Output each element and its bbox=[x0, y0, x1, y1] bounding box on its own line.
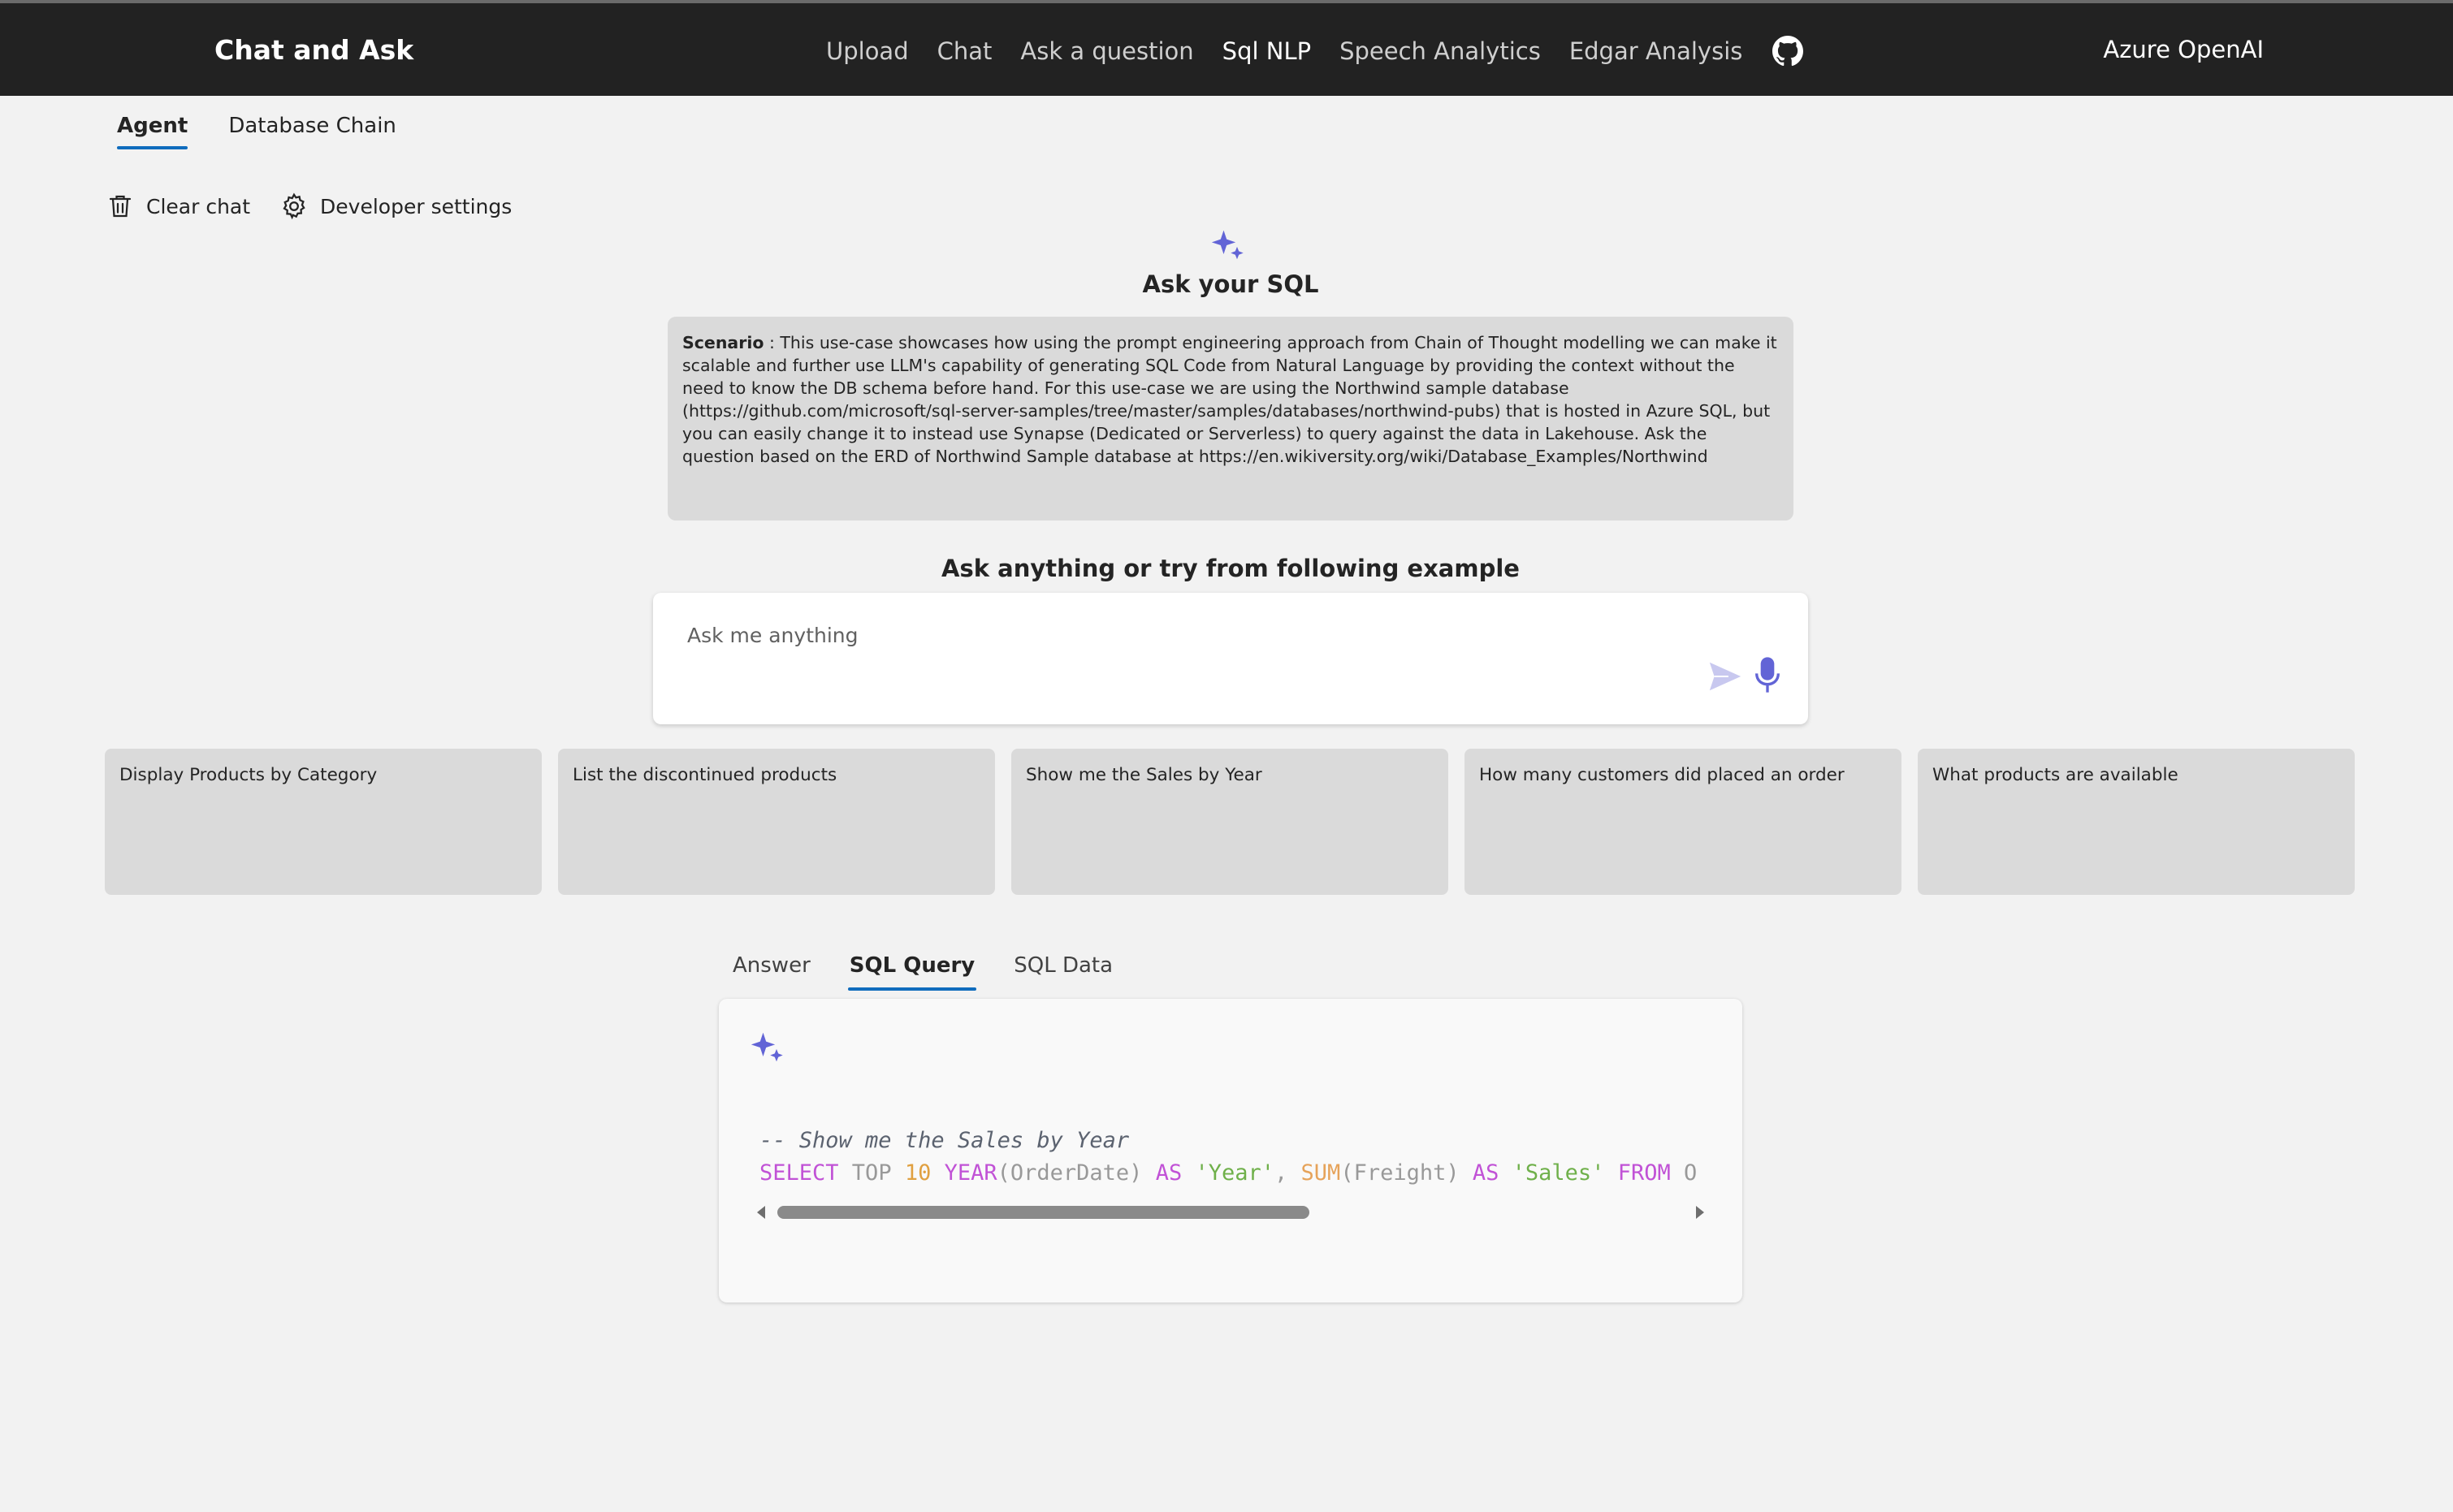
scroll-left-icon[interactable] bbox=[755, 1205, 767, 1220]
example-card[interactable]: What products are available bbox=[1918, 749, 2355, 895]
nav-upload[interactable]: Upload bbox=[826, 37, 909, 65]
developer-settings-label: Developer settings bbox=[320, 194, 513, 218]
main-nav: Upload Chat Ask a question Sql NLP Speec… bbox=[826, 36, 1804, 67]
nav-edgar-analysis[interactable]: Edgar Analysis bbox=[1569, 37, 1743, 65]
code-token: YEAR bbox=[931, 1160, 997, 1186]
scenario-description: Scenario : This use-case showcases how u… bbox=[668, 317, 1793, 521]
gear-icon bbox=[283, 192, 305, 220]
nav-sql-nlp[interactable]: Sql NLP bbox=[1222, 37, 1311, 65]
example-card[interactable]: How many customers did placed an order bbox=[1464, 749, 1901, 895]
mode-tabs: Agent Database Chain bbox=[117, 114, 437, 149]
top-navigation-bar: Chat and Ask Upload Chat Ask a question … bbox=[0, 0, 2453, 96]
tab-sql-query[interactable]: SQL Query bbox=[847, 953, 977, 991]
developer-settings-button[interactable]: Developer settings bbox=[279, 192, 512, 221]
page-title: Ask your SQL bbox=[1142, 270, 1319, 298]
code-token: TOP bbox=[838, 1160, 905, 1186]
sparkle-icon bbox=[1211, 230, 1244, 260]
code-token: , bbox=[1274, 1160, 1301, 1186]
tab-sql-data[interactable]: SQL Data bbox=[1014, 953, 1113, 991]
code-token: AS bbox=[1459, 1160, 1512, 1186]
code-line: SELECT TOP 10 YEAR(OrderDate) AS 'Year',… bbox=[759, 1157, 1698, 1190]
command-bar: Clear chat Developer settings bbox=[106, 191, 541, 222]
sparkle-icon bbox=[751, 1032, 783, 1062]
result-tabs: Answer SQL Query SQL Data bbox=[733, 953, 1152, 991]
clear-chat-button[interactable]: Clear chat bbox=[106, 191, 250, 222]
code-token: SUM bbox=[1300, 1160, 1341, 1186]
scroll-right-icon[interactable] bbox=[1694, 1205, 1706, 1220]
code-token: Orders GROUP BY YEAR(OrderDate) ORDER BY… bbox=[1684, 1160, 1698, 1186]
example-card[interactable]: Display Products by Category bbox=[105, 749, 542, 895]
code-token: FROM bbox=[1604, 1160, 1684, 1186]
example-card[interactable]: Show me the Sales by Year bbox=[1011, 749, 1448, 895]
horizontal-scrollbar[interactable] bbox=[755, 1202, 1706, 1220]
app-brand[interactable]: Chat and Ask bbox=[214, 34, 413, 66]
tab-agent[interactable]: Agent bbox=[117, 114, 188, 149]
github-icon[interactable] bbox=[1772, 36, 1804, 67]
code-token: (OrderDate) bbox=[997, 1160, 1143, 1186]
scrollbar-thumb[interactable] bbox=[777, 1206, 1309, 1219]
scenario-label: Scenario bbox=[682, 333, 764, 352]
sql-code-block[interactable]: -- Show me the Sales by Year SELECT TOP 1… bbox=[759, 1125, 1698, 1190]
ask-heading: Ask anything or try from following examp… bbox=[941, 555, 1520, 582]
question-input-box[interactable]: Ask me anything bbox=[653, 593, 1808, 724]
tab-answer[interactable]: Answer bbox=[733, 953, 811, 991]
nav-chat[interactable]: Chat bbox=[937, 37, 993, 65]
sql-query-panel: -- Show me the Sales by Year SELECT TOP 1… bbox=[719, 999, 1742, 1302]
code-comment: -- Show me the Sales by Year bbox=[759, 1128, 1130, 1153]
example-card[interactable]: List the discontinued products bbox=[558, 749, 995, 895]
code-token: SELECT bbox=[759, 1160, 839, 1186]
code-token: 'Year' bbox=[1195, 1160, 1275, 1186]
clear-chat-label: Clear chat bbox=[146, 194, 251, 218]
microphone-icon[interactable] bbox=[1751, 654, 1784, 695]
nav-speech-analytics[interactable]: Speech Analytics bbox=[1339, 37, 1541, 65]
question-input[interactable]: Ask me anything bbox=[687, 624, 859, 647]
code-token: 'Sales' bbox=[1512, 1160, 1605, 1186]
code-token: 10 bbox=[904, 1160, 932, 1186]
code-token: (Freight) bbox=[1340, 1160, 1460, 1186]
trash-icon bbox=[109, 195, 132, 218]
nav-ask-a-question[interactable]: Ask a question bbox=[1020, 37, 1193, 65]
send-icon[interactable] bbox=[1706, 658, 1745, 695]
code-token: AS bbox=[1142, 1160, 1196, 1186]
scenario-text: : This use-case showcases how using the … bbox=[682, 333, 1777, 466]
provider-label: Azure OpenAI bbox=[2103, 36, 2264, 63]
tab-database-chain[interactable]: Database Chain bbox=[228, 114, 396, 149]
example-questions: Display Products by Category List the di… bbox=[105, 749, 2355, 895]
